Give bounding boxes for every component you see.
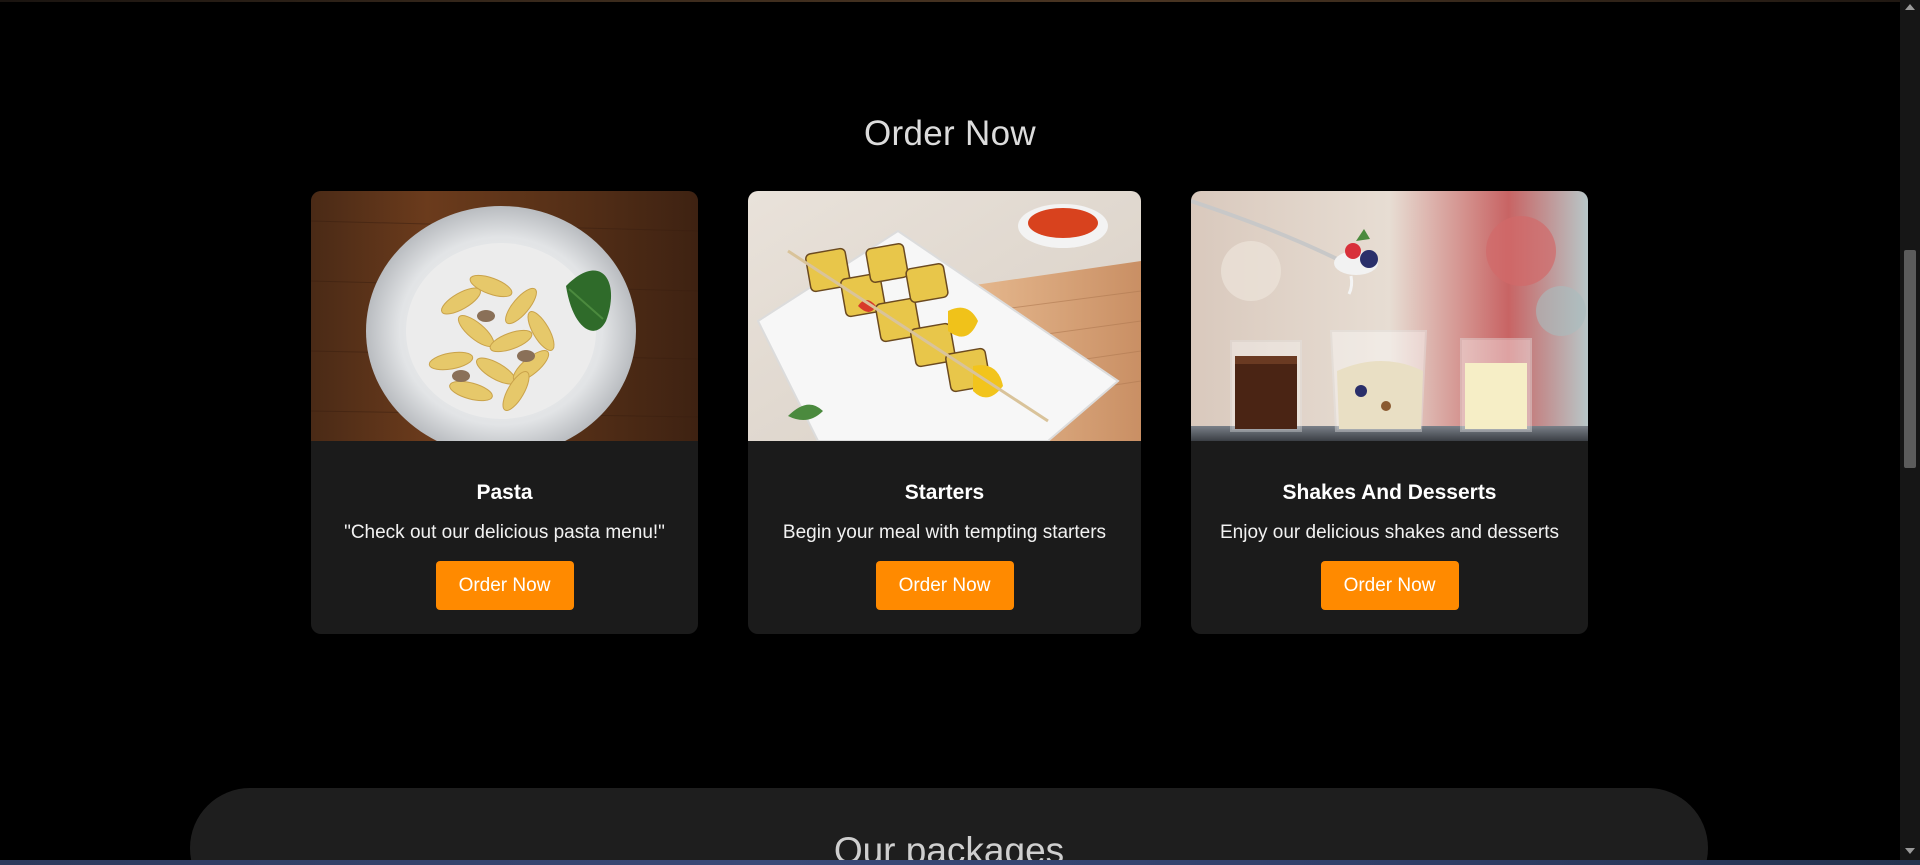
- packages-section: Our packages: [190, 788, 1708, 865]
- order-now-button-starters[interactable]: Order Now: [875, 561, 1014, 610]
- scrollbar-thumb[interactable]: [1904, 250, 1916, 468]
- pasta-image: [311, 191, 698, 441]
- order-now-button-shakes-desserts[interactable]: Order Now: [1320, 561, 1459, 610]
- pasta-card: Pasta "Check out our delicious pasta men…: [311, 191, 698, 634]
- scroll-up-arrow-icon[interactable]: [1905, 4, 1915, 10]
- page-scrollbar[interactable]: [1900, 0, 1920, 865]
- page: Order Now Pasta "Check out our delicious…: [0, 0, 1920, 865]
- hero-image-bottom-edge: [0, 0, 1900, 2]
- card-title: Shakes And Desserts: [1282, 481, 1497, 504]
- starters-card: Starters Begin your meal with tempting s…: [748, 191, 1141, 634]
- shakes-desserts-card: Shakes And Desserts Enjoy our delicious …: [1191, 191, 1588, 634]
- card-description: Enjoy our delicious shakes and desserts: [1219, 522, 1560, 543]
- card-description: Begin your meal with tempting starters: [782, 522, 1107, 543]
- scroll-down-arrow-icon[interactable]: [1905, 848, 1915, 854]
- order-now-heading: Order Now: [864, 114, 1036, 153]
- card-description: "Check out our delicious pasta menu!": [344, 522, 665, 543]
- card-title: Starters: [904, 481, 985, 504]
- card-title: Pasta: [476, 481, 533, 504]
- shakes-desserts-image: [1191, 191, 1588, 441]
- starters-image: [748, 191, 1141, 441]
- taskbar-edge: [0, 860, 1920, 865]
- order-now-button-pasta[interactable]: Order Now: [435, 561, 574, 610]
